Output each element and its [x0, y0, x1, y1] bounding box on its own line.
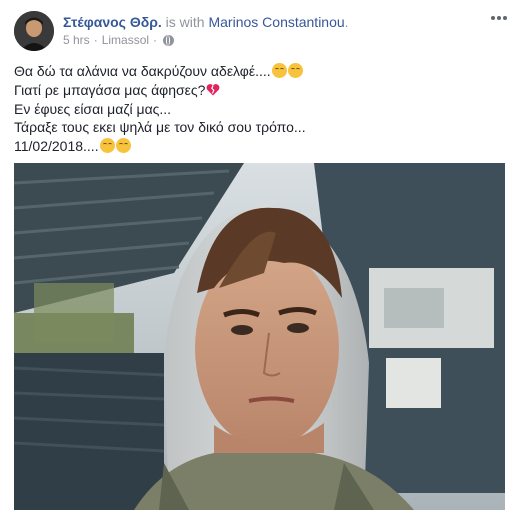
- text-line-1: Θα δώ τα αλάνια να δακρύζουν αδελφέ....: [14, 63, 271, 79]
- location-link[interactable]: Limassol: [102, 33, 149, 47]
- selfie-photo-image: [14, 163, 505, 510]
- meta-separator: ·: [93, 33, 98, 47]
- post-text-line-2: Γιατί ρε μπαγάσα μας άφησες?: [14, 81, 514, 100]
- tagged-suffix: .: [344, 14, 349, 30]
- text-line-3: Εν έφυες είσαι μαζί μας...: [14, 100, 172, 117]
- more-options-button[interactable]: [489, 10, 509, 26]
- post-text-line-1: Θα δώ τα αλάνια να δακρύζουν αδελφέ....: [14, 62, 514, 81]
- pensive-face-icon: [287, 63, 303, 78]
- author-name-link[interactable]: Στέφανος Θδρ.: [63, 14, 162, 30]
- relieved-face-icon: [115, 138, 131, 154]
- post-text-line-5: 11/02/2018....: [14, 137, 514, 156]
- with-text: is with: [161, 14, 209, 30]
- avatar-image: [14, 11, 54, 51]
- globe-icon[interactable]: [163, 34, 175, 46]
- relieved-face-icon: [99, 138, 115, 154]
- meta-separator-2: ·: [153, 33, 158, 47]
- post-header: Στέφανος Θδρ. is with Marinos Constantin…: [0, 0, 531, 55]
- ellipsis-icon: [491, 16, 495, 20]
- text-line-4: Τάραξε τους εκει ψηλά με τον δικό σου τρ…: [14, 119, 306, 136]
- ellipsis-dot: [497, 16, 501, 20]
- text-line-2: Γιατί ρε μπαγάσα μας άφησες?: [14, 81, 206, 98]
- post-meta: 5 hrs · Limassol ·: [63, 33, 175, 47]
- pensive-face-icon: [271, 63, 287, 78]
- broken-heart-icon: [207, 83, 220, 96]
- post-text: Θα δώ τα αλάνια να δακρύζουν αδελφέ.... …: [14, 62, 514, 156]
- ellipsis-dot: [503, 16, 507, 20]
- timestamp-link[interactable]: 5 hrs: [63, 33, 90, 47]
- text-line-5: 11/02/2018....: [14, 138, 99, 155]
- avatar[interactable]: [14, 11, 54, 51]
- tagged-friend-link[interactable]: Marinos Constantinou: [208, 14, 344, 30]
- post-text-line-3: Εν έφυες είσαι μαζί μας...: [14, 100, 514, 119]
- post-text-line-4: Τάραξε τους εκει ψηλά με τον δικό σου τρ…: [14, 118, 514, 137]
- post-title-line: Στέφανος Θδρ. is with Marinos Constantin…: [63, 13, 349, 31]
- post-photo[interactable]: [14, 163, 505, 510]
